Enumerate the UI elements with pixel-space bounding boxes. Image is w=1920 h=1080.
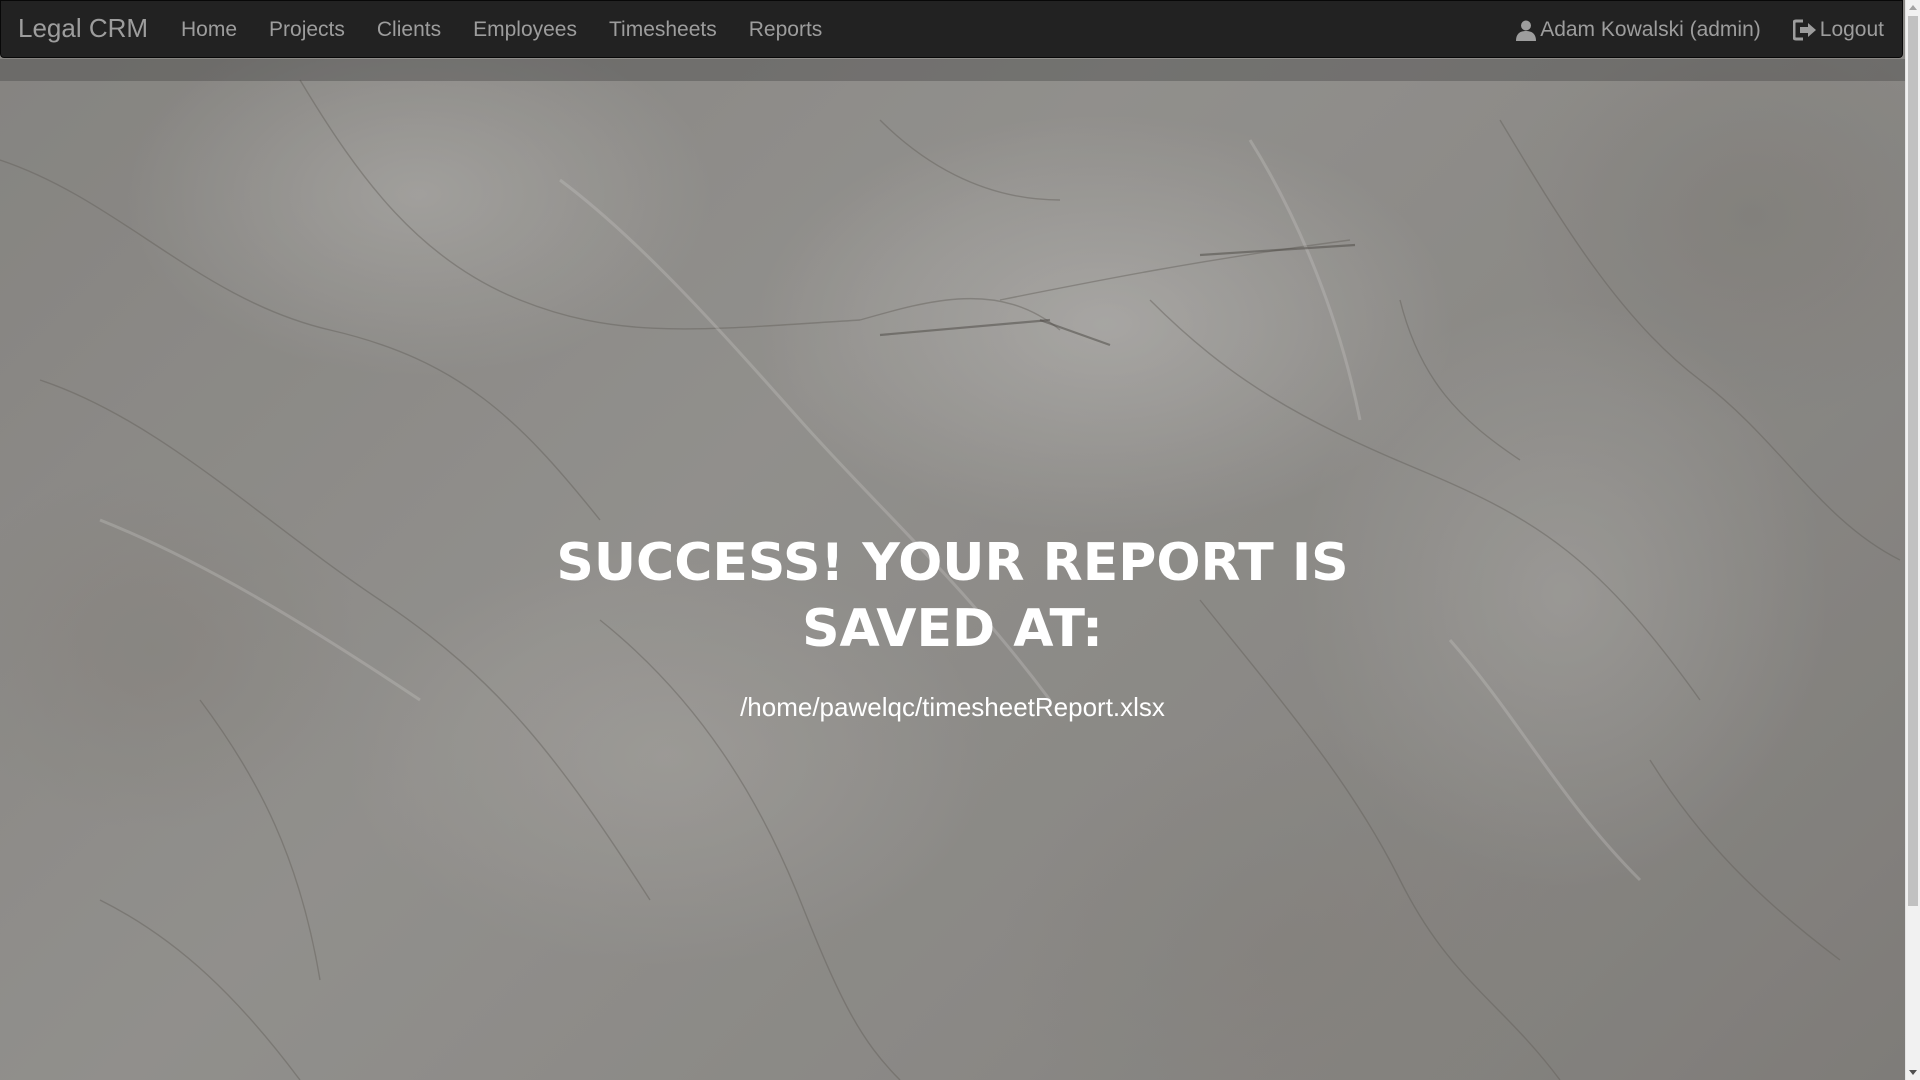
nav-link-timesheets[interactable]: Timesheets <box>593 1 733 59</box>
user-name-label: Adam Kowalski (admin) <box>1540 18 1761 41</box>
header-shadow-strip <box>0 59 1905 81</box>
brand-link[interactable]: Legal CRM <box>18 13 148 44</box>
logout-link[interactable]: Logout <box>1792 18 1884 42</box>
nav-link-home[interactable]: Home <box>165 1 253 59</box>
main-content: SUCCESS! YOUR REPORT IS SAVED AT: /home/… <box>0 530 1905 723</box>
scroll-down-arrow-icon[interactable] <box>1909 1070 1917 1075</box>
logout-label: Logout <box>1819 18 1884 41</box>
user-profile-link[interactable]: Adam Kowalski (admin) <box>1515 18 1761 42</box>
success-heading: SUCCESS! YOUR REPORT IS SAVED AT: <box>556 533 1349 659</box>
nav-link-employees[interactable]: Employees <box>457 1 593 59</box>
vertical-scrollbar[interactable] <box>1905 0 1920 1080</box>
user-icon <box>1516 20 1537 41</box>
report-file-path: /home/pawelqc/timesheetReport.xlsx <box>740 692 1165 722</box>
scroll-up-arrow-icon[interactable] <box>1909 5 1917 10</box>
top-navbar: Legal CRM Home Projects Clients Employee… <box>0 0 1903 58</box>
nav-link-clients[interactable]: Clients <box>361 1 457 59</box>
nav-right: Adam Kowalski (admin) Logout <box>1483 1 1884 59</box>
nav-link-reports[interactable]: Reports <box>733 1 839 59</box>
nav-link-projects[interactable]: Projects <box>253 1 361 59</box>
logout-icon <box>1792 19 1816 41</box>
scroll-thumb[interactable] <box>1908 16 1918 906</box>
nav-links: Home Projects Clients Employees Timeshee… <box>165 1 838 59</box>
